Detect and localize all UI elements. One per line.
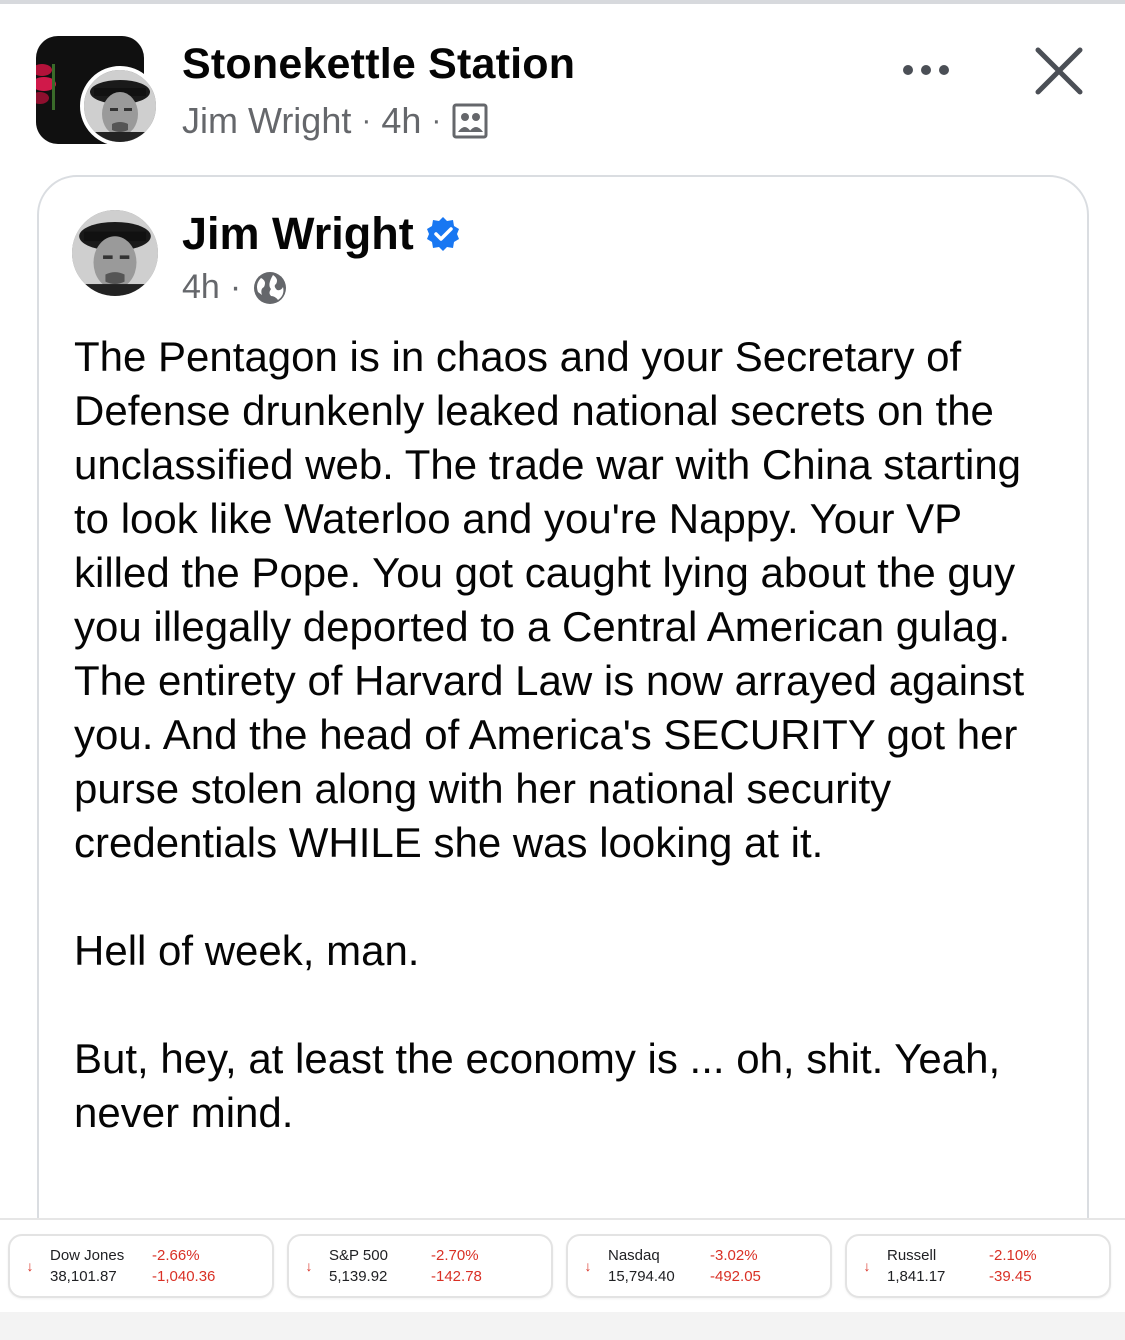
author-avatar-small[interactable] — [80, 66, 160, 146]
ticker-name: S&P 500 — [329, 1247, 388, 1264]
post-body: The Pentagon is in chaos and your Secret… — [74, 330, 1064, 1140]
down-arrow-icon: ↓ — [26, 1258, 34, 1274]
ticker-name: Dow Jones — [50, 1247, 125, 1264]
down-arrow-icon: ↓ — [863, 1258, 871, 1274]
globe-icon — [254, 271, 287, 304]
ticker-change: -1,040.36 — [152, 1268, 216, 1285]
author-photo — [84, 70, 156, 142]
post-paragraph: The Pentagon is in chaos and your Secret… — [74, 333, 1025, 866]
group-photo-icon — [452, 103, 488, 139]
meta-separator: · — [229, 268, 242, 306]
ticker-change: -142.78 — [431, 1268, 482, 1285]
ticker-name: Nasdaq — [608, 1247, 660, 1264]
ticker-percent: -2.70% — [431, 1247, 479, 1264]
ticker-percent: -3.02% — [710, 1247, 758, 1264]
ticker-value: 15,794.40 — [608, 1268, 675, 1285]
ticker-change: -492.05 — [710, 1268, 761, 1285]
meta-separator: · — [361, 104, 372, 137]
group-meta: Jim Wright · 4h · — [182, 100, 489, 142]
author-link[interactable]: Jim Wright — [182, 100, 351, 142]
ticker-percent: -2.10% — [989, 1247, 1037, 1264]
post-paragraph: Hell of week, man. — [74, 927, 420, 974]
more-options-icon[interactable] — [896, 50, 956, 90]
shared-post-time[interactable]: 4h — [182, 268, 220, 307]
ticker-value: 1,841.17 — [887, 1268, 946, 1285]
ticker-card[interactable]: ↓ Dow Jones 38,101.87 -2.66% -1,040.36 — [8, 1234, 274, 1298]
ticker-value: 5,139.92 — [329, 1268, 388, 1285]
post-paragraph: But, hey, at least the economy is ... oh… — [74, 1035, 1001, 1136]
down-arrow-icon: ↓ — [305, 1258, 313, 1274]
shared-post-meta: 4h · — [182, 268, 289, 307]
author-photo — [72, 210, 158, 296]
meta-separator: · — [431, 104, 442, 137]
group-name[interactable]: Stonekettle Station — [182, 40, 575, 89]
ticker-percent: -2.66% — [152, 1247, 200, 1264]
shared-author-avatar[interactable] — [72, 210, 158, 296]
post-time[interactable]: 4h — [381, 100, 421, 142]
ticker-card[interactable]: ↓ Nasdaq 15,794.40 -3.02% -492.05 — [566, 1234, 832, 1298]
ticker-card[interactable]: ↓ Russell 1,841.17 -2.10% -39.45 — [845, 1234, 1111, 1298]
ticker-card[interactable]: ↓ S&P 500 5,139.92 -2.70% -142.78 — [287, 1234, 553, 1298]
close-icon[interactable] — [1028, 40, 1090, 102]
shared-author-label[interactable]: Jim Wright — [182, 208, 414, 260]
ticker-strip-footer — [0, 1312, 1125, 1340]
top-divider — [0, 0, 1125, 4]
ticker-change: -39.45 — [989, 1268, 1032, 1285]
verified-badge-icon — [426, 217, 459, 251]
shared-author-name[interactable]: Jim Wright — [182, 208, 462, 260]
ticker-name: Russell — [887, 1247, 937, 1264]
ticker-value: 38,101.87 — [50, 1268, 117, 1285]
down-arrow-icon: ↓ — [584, 1258, 592, 1274]
flower-graphic — [36, 64, 56, 110]
